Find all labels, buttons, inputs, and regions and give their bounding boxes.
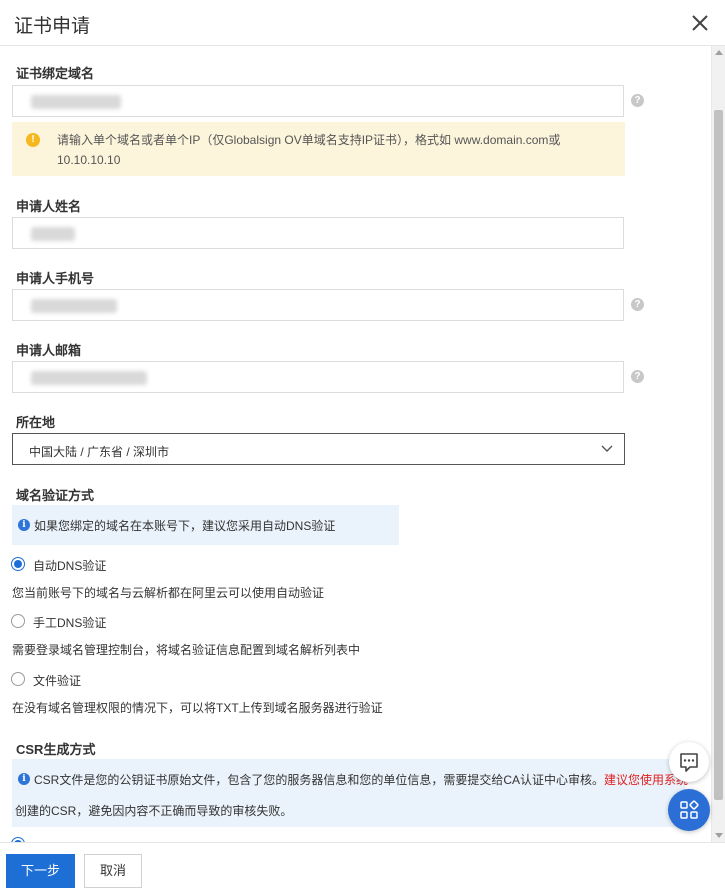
info-icon: i	[18, 519, 30, 531]
cancel-button[interactable]: 取消	[84, 854, 142, 888]
scroll-down-arrow[interactable]	[715, 833, 723, 838]
scroll-up-arrow[interactable]	[715, 50, 723, 55]
csr-tip: i CSR文件是您的公钥证书原始文件，包含了您的服务器信息和您的单位信息，需要提…	[12, 759, 688, 827]
apps-button[interactable]	[668, 789, 710, 831]
radio-manual-dns-label[interactable]: 手工DNS验证	[33, 614, 106, 631]
applicant-email-label: 申请人邮箱	[16, 343, 82, 358]
info-icon: i	[18, 773, 30, 785]
location-value: 中国大陆 / 广东省 / 深圳市	[29, 445, 170, 459]
verify-label: 域名验证方式	[16, 488, 95, 503]
radio-auto-dns-label[interactable]: 自动DNS验证	[33, 557, 106, 574]
scrollbar[interactable]	[711, 46, 725, 842]
redacted-value	[31, 227, 75, 241]
applicant-phone-input[interactable]	[12, 289, 624, 321]
auto-dns-desc: 您当前账号下的域名与云解析都在阿里云可以使用自动验证	[12, 586, 325, 600]
csr-tip-red-2: 创建的CSR，避免因内容不正确而导致的审核失败。	[15, 804, 293, 818]
chat-icon	[680, 753, 698, 772]
applicant-name-label: 申请人姓名	[16, 199, 82, 214]
radio-file-verify[interactable]	[11, 672, 25, 686]
next-button[interactable]: 下一步	[6, 854, 75, 888]
location-select[interactable]: 中国大陆 / 广东省 / 深圳市	[12, 433, 625, 465]
verify-tip: i 如果您绑定的域名在本账号下，建议您采用自动DNS验证	[12, 505, 399, 545]
redacted-value	[31, 95, 121, 109]
chevron-down-icon	[601, 445, 613, 452]
apps-grid-icon	[680, 800, 699, 819]
redacted-value	[31, 371, 147, 385]
applicant-phone-label: 申请人手机号	[16, 271, 95, 286]
warning-text: 请输入单个域名或者单个IP（仅Globalsign OV单域名支持IP证书），格…	[57, 133, 561, 167]
csr-label: CSR生成方式	[16, 742, 96, 757]
dialog-footer: 下一步 取消	[0, 842, 725, 894]
csr-tip-line1: CSR文件是您的公钥证书原始文件，包含了您的服务器信息和您的单位信息，需要提交给…	[34, 771, 688, 788]
exclamation-icon: !	[26, 133, 40, 147]
dialog-title: 证书申请	[14, 16, 91, 37]
question-icon[interactable]: ?	[631, 94, 644, 107]
redacted-value	[31, 299, 117, 313]
domain-input[interactable]	[12, 85, 624, 117]
csr-tip-normal: CSR文件是您的公钥证书原始文件，包含了您的服务器信息和您的单位信息，需要提交给…	[34, 773, 605, 787]
chat-button[interactable]	[669, 742, 709, 782]
domain-warning: ! 请输入单个域名或者单个IP（仅Globalsign OV单域名支持IP证书）…	[12, 122, 625, 176]
manual-dns-desc: 需要登录域名管理控制台，将域名验证信息配置到域名解析列表中	[12, 643, 361, 657]
verify-tip-text: 如果您绑定的域名在本账号下，建议您采用自动DNS验证	[34, 519, 336, 533]
applicant-name-input[interactable]	[12, 217, 624, 249]
domain-label: 证书绑定域名	[16, 66, 95, 81]
location-label: 所在地	[16, 415, 56, 430]
radio-file-verify-label[interactable]: 文件验证	[33, 672, 81, 689]
dialog-header: 证书申请	[0, 0, 725, 46]
close-icon[interactable]	[689, 12, 711, 34]
scrollbar-thumb[interactable]	[714, 110, 723, 800]
radio-manual-dns[interactable]	[11, 614, 25, 628]
question-icon[interactable]: ?	[631, 370, 644, 383]
file-verify-desc: 在没有域名管理权限的情况下，可以将TXT上传到域名服务器进行验证	[12, 701, 383, 715]
radio-auto-dns[interactable]	[11, 557, 25, 571]
dialog-body: 证书绑定域名 ? ! 请输入单个域名或者单个IP（仅Globalsign OV单…	[0, 46, 711, 842]
question-icon[interactable]: ?	[631, 298, 644, 311]
applicant-email-input[interactable]	[12, 361, 624, 393]
